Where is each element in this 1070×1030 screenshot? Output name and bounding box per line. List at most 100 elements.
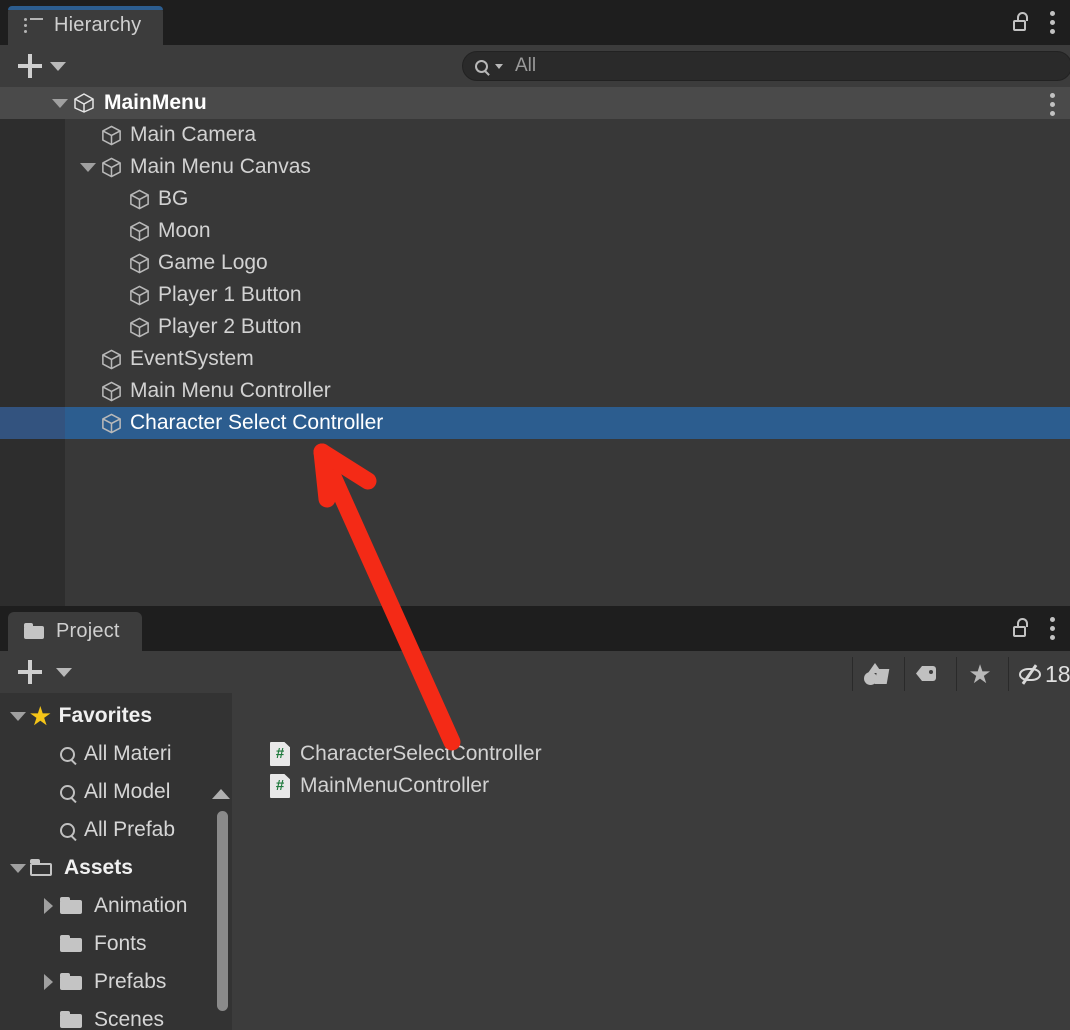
hierarchy-panel: Hierarchy All MainMenu Main Camera Main Me… [0, 0, 1070, 606]
hierarchy-search-input[interactable]: All [462, 51, 1070, 81]
project-tree-item-all-prefab[interactable]: All Prefab [0, 811, 232, 849]
tab-hierarchy-label: Hierarchy [54, 14, 142, 36]
tag-icon [916, 664, 940, 684]
hierarchy-row-label: Main Menu Controller [130, 379, 331, 402]
hierarchy-row-label: Character Select Controller [130, 411, 384, 434]
search-icon [60, 746, 75, 762]
search-icon [60, 784, 75, 800]
unity-scene-icon [72, 91, 96, 115]
folder-open-icon [30, 859, 54, 877]
folder-icon [60, 935, 84, 953]
project-add-button[interactable] [14, 656, 46, 688]
star-icon: ★ [968, 659, 992, 689]
hierarchy-row-game-logo[interactable]: Game Logo [0, 247, 1070, 279]
project-tree-item-assets[interactable]: Assets [0, 849, 232, 887]
tab-active-accent [8, 6, 164, 10]
shapes-icon [864, 663, 890, 685]
gameobject-cube-icon [100, 380, 123, 403]
project-tree-item-animation[interactable]: Animation [0, 887, 232, 925]
project-tree-item-label: Fonts [94, 932, 147, 955]
chevron-down-icon[interactable] [6, 711, 30, 721]
csharp-script-icon: # [270, 742, 290, 766]
project-tree-item-favorites[interactable]: ★ Favorites [0, 697, 232, 735]
project-tree-item-label: All Materi [84, 742, 172, 765]
project-tree-item-fonts[interactable]: Fonts [0, 925, 232, 963]
hierarchy-row-label: EventSystem [130, 347, 254, 370]
tree-scrollbar-thumb[interactable] [217, 811, 228, 1011]
unity-editor-window: Hierarchy All MainMenu Main Camera Main Me… [0, 0, 1070, 1030]
hierarchy-tabstrip: Hierarchy [0, 0, 1070, 45]
project-tree-item-label: Scenes [94, 1008, 165, 1030]
project-tree-item-all-model[interactable]: All Model [0, 773, 232, 811]
tab-hierarchy[interactable]: Hierarchy [8, 6, 164, 45]
hierarchy-list-icon [24, 17, 44, 34]
hierarchy-row-label: BG [158, 187, 189, 210]
hierarchy-row-bg[interactable]: BG [0, 183, 1070, 215]
scene-row-kebab-menu-icon[interactable] [1050, 93, 1056, 120]
asset-item-label: MainMenuController [300, 774, 490, 797]
hierarchy-row-label: Player 1 Button [158, 283, 302, 306]
project-folder-tree: ★ Favorites All Materi All Model All Prefab A… [0, 693, 232, 1030]
search-dropdown-icon[interactable] [495, 63, 503, 69]
hidden-packages-button[interactable]: 18 [1008, 657, 1070, 691]
project-tree-item-prefabs[interactable]: Prefabs [0, 963, 232, 1001]
hierarchy-lock-icon[interactable] [1012, 12, 1032, 32]
project-lock-icon[interactable] [1012, 618, 1032, 638]
hierarchy-row-label: Moon [158, 219, 211, 242]
project-tree-item-label: Assets [64, 856, 133, 879]
hierarchy-add-button[interactable] [14, 50, 46, 82]
folder-icon [60, 1011, 84, 1029]
gameobject-cube-icon [128, 188, 151, 211]
asset-item-label: CharacterSelectController [300, 742, 542, 765]
hierarchy-row-player-1-button[interactable]: Player 1 Button [0, 279, 1070, 311]
project-tree-item-label: All Prefab [84, 818, 176, 841]
project-kebab-menu-icon[interactable] [1050, 617, 1056, 644]
hierarchy-row-eventsystem[interactable]: EventSystem [0, 343, 1070, 375]
gameobject-cube-icon [128, 284, 151, 307]
chevron-down-icon[interactable] [48, 98, 72, 108]
hierarchy-row-label: Game Logo [158, 251, 268, 274]
tab-project[interactable]: Project [8, 612, 142, 651]
star-icon: ★ [30, 702, 51, 729]
project-tree-item-scenes[interactable]: Scenes [0, 1001, 232, 1030]
asset-item-characterselectcontroller[interactable]: # CharacterSelectController [232, 738, 1070, 770]
hierarchy-row-main-camera[interactable]: Main Camera [0, 119, 1070, 151]
gameobject-cube-icon [100, 124, 123, 147]
hierarchy-row-main-menu-canvas[interactable]: Main Menu Canvas [0, 151, 1070, 183]
hierarchy-search-placeholder: All [515, 55, 537, 76]
search-icon [60, 822, 75, 838]
tree-scroll-up-arrow[interactable] [212, 789, 230, 799]
hierarchy-row-moon[interactable]: Moon [0, 215, 1070, 247]
chevron-down-icon[interactable] [6, 863, 30, 873]
hierarchy-row-character-select-controller[interactable]: Character Select Controller [0, 407, 1070, 439]
selection-gutter [0, 407, 65, 439]
filter-by-label-button[interactable] [904, 657, 951, 691]
project-tree-item-all-materi[interactable]: All Materi [0, 735, 232, 773]
folder-icon [60, 897, 84, 915]
hidden-packages-count: 18 [1045, 660, 1070, 687]
hierarchy-row-mainmenu[interactable]: MainMenu [0, 87, 1070, 119]
filter-by-type-button[interactable] [852, 657, 899, 691]
hierarchy-row-label: MainMenu [104, 91, 207, 114]
gameobject-cube-icon [100, 412, 123, 435]
project-panel: Project ★ 18 ★ Favorites All Materi All … [0, 606, 1070, 1030]
gameobject-cube-icon [128, 252, 151, 275]
asset-list: # CharacterSelectController # MainMenuContr… [232, 734, 1070, 1030]
project-add-dropdown-icon[interactable] [56, 668, 72, 677]
hierarchy-row-main-menu-controller[interactable]: Main Menu Controller [0, 375, 1070, 407]
gameobject-cube-icon [128, 316, 151, 339]
hierarchy-row-player-2-button[interactable]: Player 2 Button [0, 311, 1070, 343]
hierarchy-kebab-menu-icon[interactable] [1050, 11, 1056, 38]
project-tree-item-label: Animation [94, 894, 188, 917]
chevron-right-icon[interactable] [36, 974, 60, 990]
chevron-down-icon[interactable] [76, 162, 100, 172]
chevron-right-icon[interactable] [36, 898, 60, 914]
csharp-script-icon: # [270, 774, 290, 798]
hierarchy-row-label: Main Camera [130, 123, 257, 146]
hierarchy-add-dropdown-icon[interactable] [50, 61, 66, 71]
tab-project-label: Project [56, 620, 120, 642]
project-tree-item-label: All Model [84, 780, 171, 803]
filter-favorites-button[interactable]: ★ [956, 657, 1003, 691]
hierarchy-row-label: Player 2 Button [158, 315, 302, 338]
asset-item-mainmenucontroller[interactable]: # MainMenuController [232, 770, 1070, 802]
